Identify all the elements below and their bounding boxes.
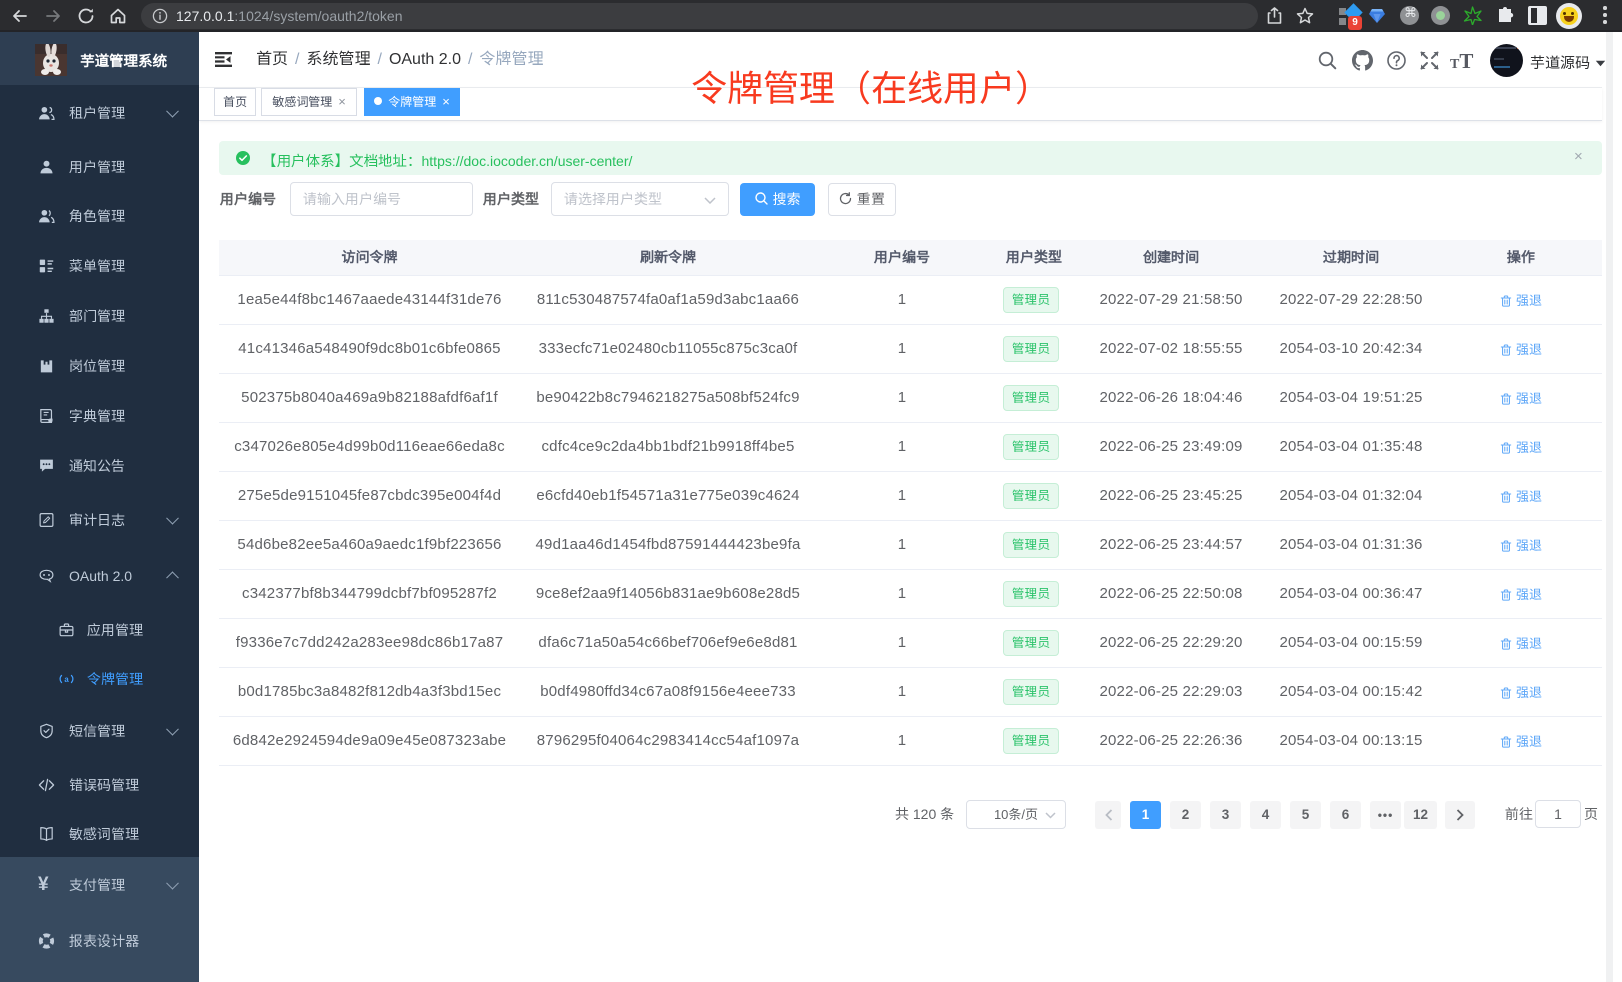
svg-text:a: a — [64, 675, 69, 684]
